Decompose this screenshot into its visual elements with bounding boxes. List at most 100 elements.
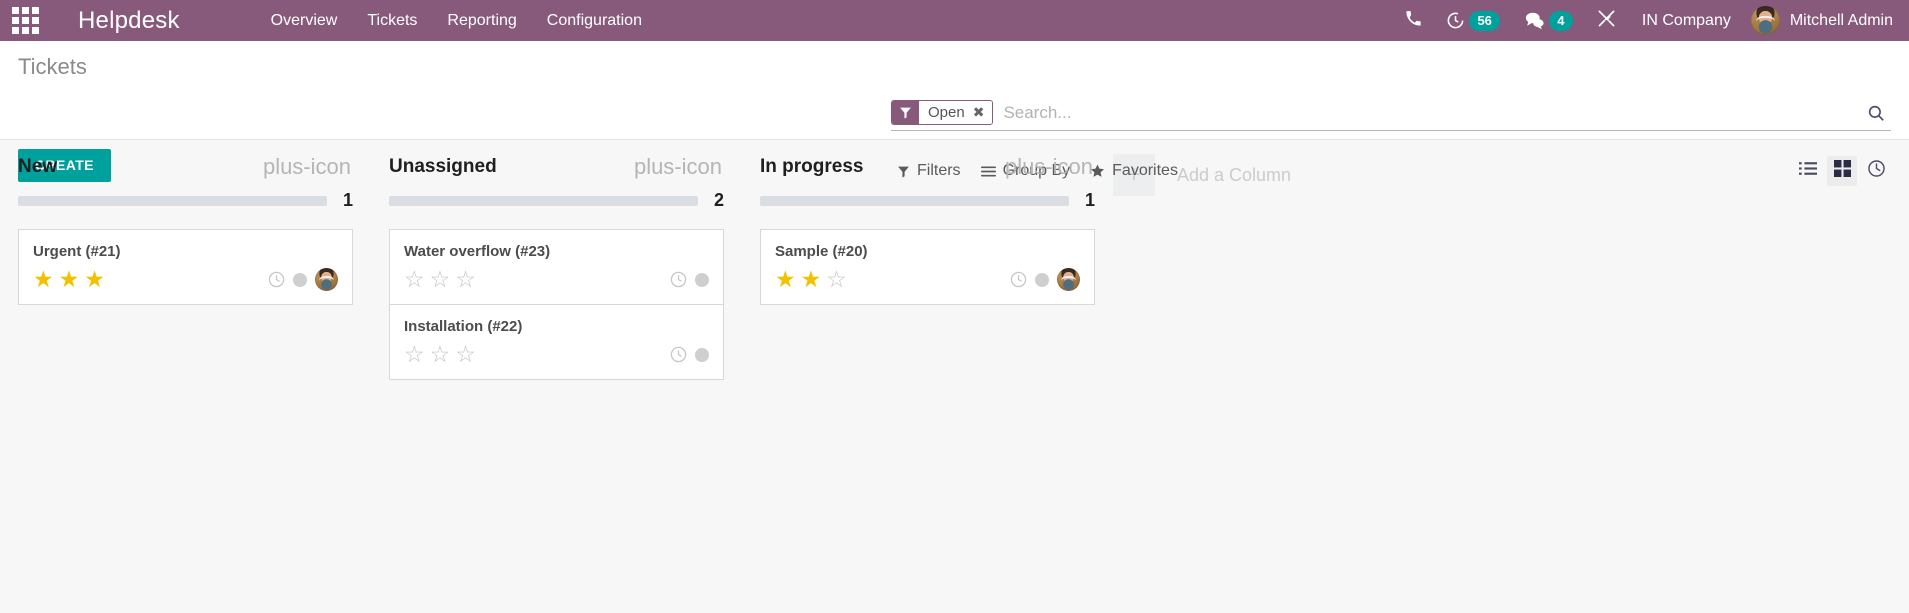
kanban-card-list: Sample (#20) ★ ★ ☆ [760,229,1095,305]
kanban-column-new: New plus-icon 1 Urgent (#21) ★ ★ ★ [0,140,371,305]
kanban-status-dot[interactable] [695,272,709,287]
progress-bar[interactable] [389,195,698,206]
priority-star[interactable]: ☆ [404,268,425,291]
main-menu: Overview Tickets Reporting Configuration [256,0,657,41]
phone-icon [1405,10,1422,32]
apps-menu-button[interactable] [0,0,50,41]
kanban-board: New plus-icon 1 Urgent (#21) ★ ★ ★ Unass… [0,140,1909,554]
kanban-status-dot[interactable] [1035,272,1049,287]
kanban-card-title: Sample (#20) [775,243,868,260]
kanban-card-meta [670,271,709,288]
kanban-card-footer: ★ ★ ☆ [775,268,1080,291]
kanban-column-unassigned: Unassigned plus-icon 2 Water overflow (#… [371,140,742,380]
list-view-icon [1799,161,1817,181]
priority-star[interactable]: ☆ [430,343,451,366]
menu-item-overview[interactable]: Overview [256,0,353,41]
kanban-card-meta [670,346,709,363]
kanban-card-title: Water overflow (#23) [404,243,551,260]
top-navbar: Helpdesk Overview Tickets Reporting Conf… [0,0,1909,41]
list-view-button[interactable] [1793,156,1823,186]
activity-clock-icon[interactable] [1010,271,1027,288]
plus-icon[interactable]: plus-icon [632,156,724,178]
kanban-view-button[interactable] [1827,156,1857,186]
kanban-column-progress: 1 [760,190,1095,211]
kanban-column-count[interactable]: 2 [712,190,724,211]
priority-star[interactable]: ★ [775,268,796,291]
search-input[interactable] [993,102,1861,123]
kanban-column-header: In progress plus-icon [760,140,1095,178]
menu-item-tickets[interactable]: Tickets [352,0,432,41]
user-name-label: Mitchell Admin [1789,11,1893,29]
kanban-card-meta [268,268,338,291]
kanban-column-count[interactable]: 1 [1083,190,1095,211]
priority-star[interactable]: ★ [801,268,822,291]
activity-view-icon [1867,159,1886,183]
messages-systray-button[interactable]: 4 [1512,0,1585,41]
kanban-card[interactable]: Water overflow (#23) ☆ ☆ ☆ [389,229,724,305]
activity-clock-icon[interactable] [670,271,687,288]
app-brand-helpdesk[interactable]: Helpdesk [50,0,186,41]
activity-clock-icon [1446,11,1465,30]
kanban-card-list: Urgent (#21) ★ ★ ★ [18,229,353,305]
view-switcher [1793,156,1891,186]
company-switcher[interactable]: IN Company [1628,0,1745,41]
user-menu[interactable]: Mitchell Admin [1745,6,1893,35]
debug-tools-icon [1597,9,1616,33]
messages-count-badge: 4 [1548,10,1573,31]
kanban-card[interactable]: Sample (#20) ★ ★ ☆ [760,229,1095,305]
priority-star[interactable]: ☆ [455,268,476,291]
progress-bar[interactable] [760,195,1069,206]
search-icon[interactable] [1861,104,1891,122]
kanban-view-icon [1833,160,1851,182]
kanban-card-list: Water overflow (#23) ☆ ☆ ☆ Installation … [389,229,724,380]
menu-item-reporting[interactable]: Reporting [432,0,531,41]
avatar[interactable] [1057,268,1080,291]
messages-icon [1524,11,1545,30]
activities-systray-button[interactable]: 56 [1434,0,1511,41]
navbar-systray: 56 4 IN Company Mitchell Admin [1393,0,1909,41]
activities-count-badge: 56 [1469,10,1500,31]
plus-icon[interactable]: plus-icon [1003,156,1095,178]
kanban-status-dot[interactable] [695,347,709,362]
kanban-column-header: New plus-icon [18,140,353,178]
kanban-status-dot[interactable] [293,272,307,287]
priority-star[interactable]: ☆ [455,343,476,366]
kanban-card-meta [1010,268,1080,291]
priority-stars: ★ ★ ☆ [775,268,847,291]
activity-clock-icon[interactable] [670,346,687,363]
search-facet-label: Open [919,101,970,124]
kanban-column-title[interactable]: Unassigned [389,156,497,178]
kanban-column-count[interactable]: 1 [341,190,353,211]
priority-stars: ☆ ☆ ☆ [404,343,476,366]
activity-clock-icon[interactable] [268,271,285,288]
progress-bar[interactable] [18,195,327,206]
kanban-card-title: Urgent (#21) [33,243,121,260]
kanban-card-footer: ☆ ☆ ☆ [404,343,709,366]
menu-item-configuration[interactable]: Configuration [532,0,657,41]
priority-star[interactable]: ☆ [430,268,451,291]
control-panel: Tickets CREATE Open ✖ Search... Filters … [0,41,1909,186]
kanban-card-title: Installation (#22) [404,318,523,335]
kanban-column-header: Unassigned plus-icon [389,140,724,178]
avatar[interactable] [315,268,338,291]
close-icon[interactable]: ✖ [969,101,993,124]
phone-systray-button[interactable] [1393,0,1434,41]
priority-star[interactable]: ★ [84,268,105,291]
kanban-card[interactable]: Urgent (#21) ★ ★ ★ [18,229,353,305]
favorites-label: Favorites [1112,162,1178,179]
kanban-column-title[interactable]: New [18,156,57,178]
priority-star[interactable]: ★ [59,268,80,291]
filter-funnel-icon [892,101,919,124]
kanban-card-footer: ☆ ☆ ☆ [404,268,709,291]
searchview: Open ✖ [891,94,1891,131]
kanban-column-title[interactable]: In progress [760,156,863,178]
priority-star[interactable]: ☆ [404,343,425,366]
activity-view-button[interactable] [1861,156,1891,186]
priority-star[interactable]: ★ [33,268,54,291]
plus-icon[interactable]: plus-icon [261,156,353,178]
priority-star[interactable]: ☆ [826,268,847,291]
debug-tools-button[interactable] [1585,0,1628,41]
kanban-card[interactable]: Installation (#22) ☆ ☆ ☆ [389,305,724,380]
kanban-column-progress: 1 [18,190,353,211]
search-facet-open[interactable]: Open ✖ [891,100,994,125]
